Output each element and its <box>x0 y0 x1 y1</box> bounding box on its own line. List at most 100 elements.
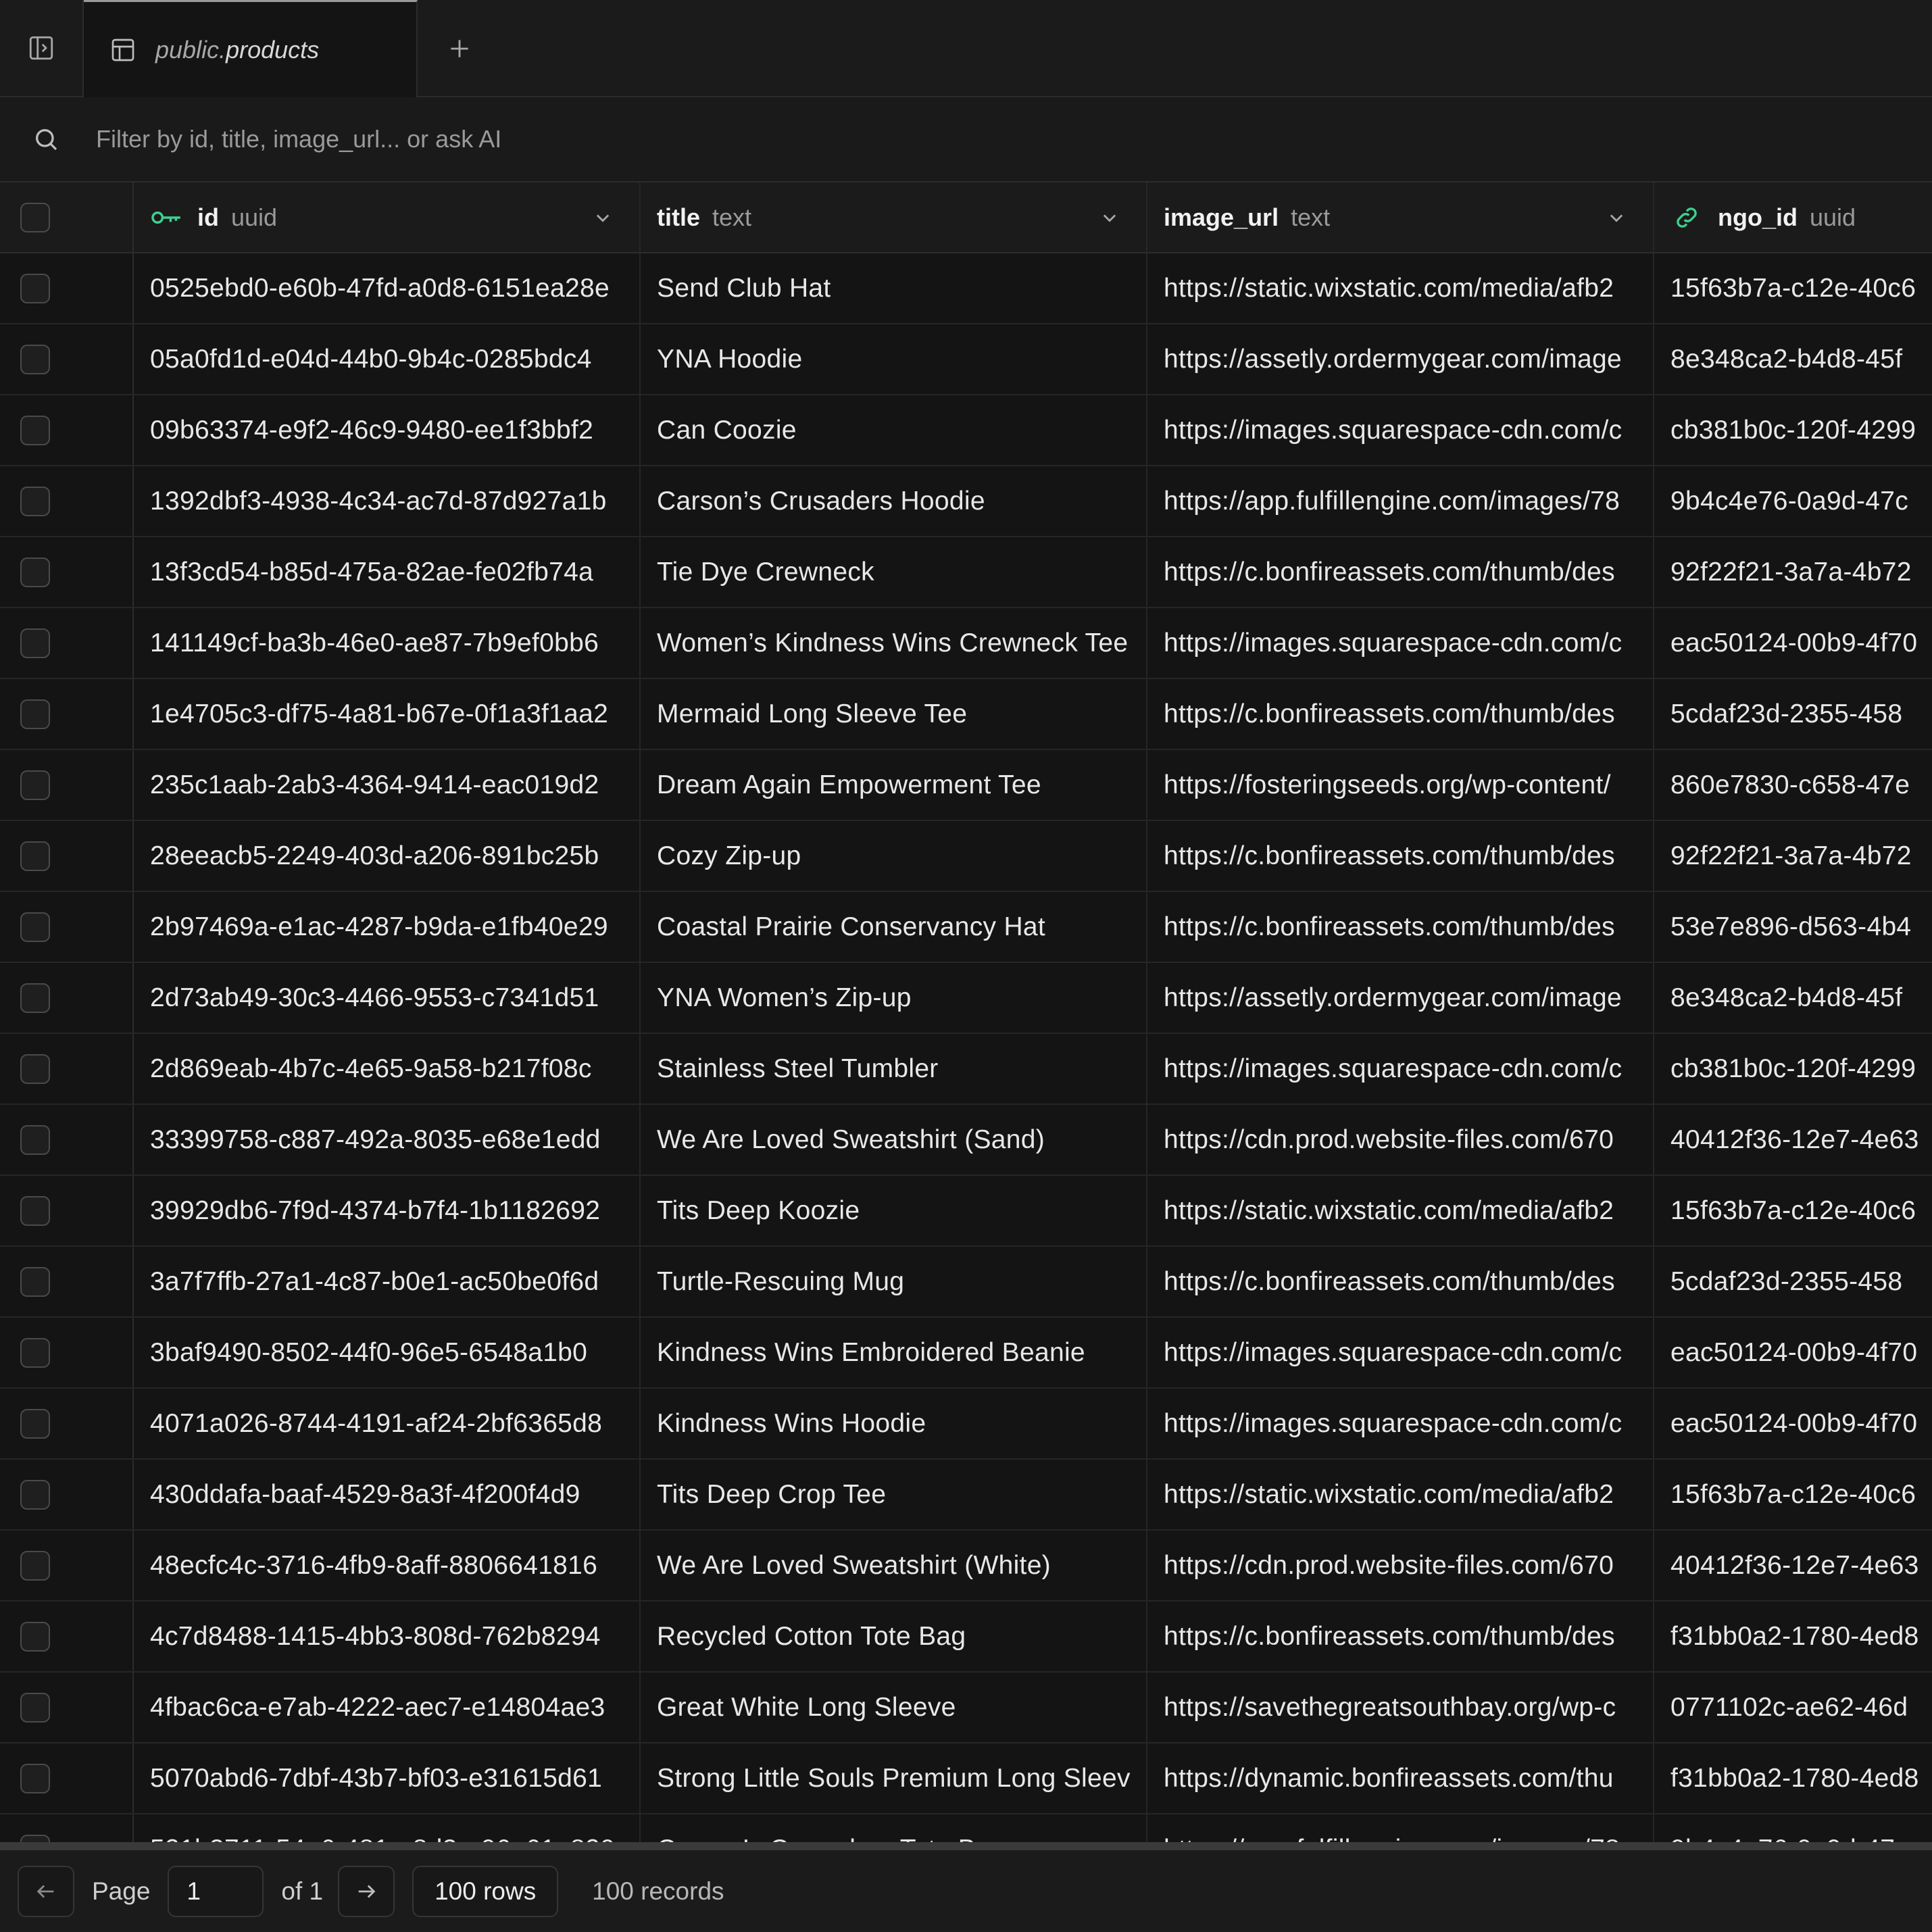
next-page-button[interactable] <box>338 1865 395 1917</box>
cell-image-url[interactable]: https://app.fulfillengine.com/images/78 <box>1147 1814 1654 1845</box>
row-checkbox[interactable] <box>20 1337 50 1368</box>
cell-title[interactable]: Strong Little Souls Premium Long Sleev <box>641 1743 1147 1813</box>
page-number-input[interactable] <box>168 1865 264 1917</box>
row-checkbox[interactable] <box>20 1195 50 1226</box>
cell-ngo-id[interactable]: 53e7e896-d563-4b4 <box>1654 892 1932 962</box>
cell-id[interactable]: 4c7d8488-1415-4bb3-808d-762b8294 <box>134 1602 641 1671</box>
tab-public-products[interactable]: public.products <box>84 0 418 97</box>
cell-id[interactable]: 2d869eab-4b7c-4e65-9a58-b217f08c <box>134 1034 641 1104</box>
cell-ngo-id[interactable]: 15f63b7a-c12e-40c6 <box>1654 253 1932 323</box>
cell-ngo-id[interactable]: 8e348ca2-b4d8-45f <box>1654 963 1932 1033</box>
cell-image-url[interactable]: https://static.wixstatic.com/media/afb2 <box>1147 1176 1654 1245</box>
row-checkbox[interactable] <box>20 770 50 800</box>
table-row[interactable]: 0525ebd0-e60b-47fd-a0d8-6151ea28e Send Cl… <box>0 253 1932 324</box>
cell-image-url[interactable]: https://c.bonfireassets.com/thumb/des <box>1147 679 1654 749</box>
column-header-id[interactable]: id uuid <box>134 182 641 252</box>
cell-ngo-id[interactable]: 15f63b7a-c12e-40c6 <box>1654 1460 1932 1529</box>
cell-id[interactable]: 2b97469a-e1ac-4287-b9da-e1fb40e29 <box>134 892 641 962</box>
chevron-down-icon[interactable] <box>1607 208 1626 227</box>
cell-ngo-id[interactable]: 9b4c4e76-0a9d-47c <box>1654 1814 1932 1846</box>
cell-id[interactable]: 09b63374-e9f2-46c9-9480-ee1f3bbf2 <box>134 395 641 465</box>
cell-image-url[interactable]: https://cdn.prod.website-files.com/670 <box>1147 1105 1654 1174</box>
select-all-checkbox[interactable] <box>20 202 50 232</box>
row-checkbox[interactable] <box>20 1054 50 1084</box>
table-row[interactable]: 4fbac6ca-e7ab-4222-aec7-e14804ae3 Great W… <box>0 1673 1932 1743</box>
cell-image-url[interactable]: https://images.squarespace-cdn.com/c <box>1147 1034 1654 1104</box>
cell-image-url[interactable]: https://images.squarespace-cdn.com/c <box>1147 1389 1654 1458</box>
cell-ngo-id[interactable]: eac50124-00b9-4f70 <box>1654 608 1932 678</box>
cell-ngo-id[interactable]: 15f63b7a-c12e-40c6 <box>1654 1176 1932 1245</box>
row-checkbox[interactable] <box>20 1124 50 1155</box>
cell-id[interactable]: 430ddafa-baaf-4529-8a3f-4f200f4d9 <box>134 1460 641 1529</box>
chevron-down-icon[interactable] <box>1100 208 1119 227</box>
row-checkbox[interactable] <box>20 1763 50 1793</box>
cell-image-url[interactable]: https://images.squarespace-cdn.com/c <box>1147 1318 1654 1387</box>
table-row[interactable]: 28eeacb5-2249-403d-a206-891bc25b Cozy Zip… <box>0 821 1932 892</box>
cell-id[interactable]: 0525ebd0-e60b-47fd-a0d8-6151ea28e <box>134 253 641 323</box>
cell-ngo-id[interactable]: 860e7830-c658-47e <box>1654 750 1932 820</box>
cell-title[interactable]: Mermaid Long Sleeve Tee <box>641 679 1147 749</box>
table-row[interactable]: 141149cf-ba3b-46e0-ae87-7b9ef0bb6 Women’s… <box>0 608 1932 679</box>
row-checkbox[interactable] <box>20 1266 50 1297</box>
cell-id[interactable]: 5070abd6-7dbf-43b7-bf03-e31615d61 <box>134 1743 641 1813</box>
cell-title[interactable]: Kindness Wins Hoodie <box>641 1389 1147 1458</box>
cell-id[interactable]: 3a7f7ffb-27a1-4c87-b0e1-ac50be0f6d <box>134 1247 641 1316</box>
cell-title[interactable]: Carson’s Crusaders Tote Bag <box>641 1814 1147 1845</box>
cell-ngo-id[interactable]: 92f22f21-3a7a-4b72 <box>1654 537 1932 607</box>
previous-page-button[interactable] <box>18 1865 74 1917</box>
cell-image-url[interactable]: https://dynamic.bonfireassets.com/thu <box>1147 1743 1654 1813</box>
cell-title[interactable]: Tits Deep Crop Tee <box>641 1460 1147 1529</box>
cell-ngo-id[interactable]: cb381b0c-120f-4299 <box>1654 1034 1932 1104</box>
row-checkbox[interactable] <box>20 628 50 658</box>
table-row[interactable]: 39929db6-7f9d-4374-b7f4-1b1182692 Tits De… <box>0 1176 1932 1247</box>
table-row[interactable]: 33399758-c887-492a-8035-e68e1edd We Are L… <box>0 1105 1932 1176</box>
cell-image-url[interactable]: https://c.bonfireassets.com/thumb/des <box>1147 1247 1654 1316</box>
cell-id[interactable]: 141149cf-ba3b-46e0-ae87-7b9ef0bb6 <box>134 608 641 678</box>
row-checkbox[interactable] <box>20 415 50 445</box>
cell-ngo-id[interactable]: 92f22f21-3a7a-4b72 <box>1654 821 1932 891</box>
cell-image-url[interactable]: https://c.bonfireassets.com/thumb/des <box>1147 1602 1654 1671</box>
add-tab-button[interactable] <box>432 24 487 73</box>
cell-title[interactable]: Cozy Zip-up <box>641 821 1147 891</box>
cell-id[interactable]: 48ecfc4c-3716-4fb9-8aff-8806641816 <box>134 1531 641 1600</box>
table-row[interactable]: 05a0fd1d-e04d-44b0-9b4c-0285bdc4 YNA Hood… <box>0 324 1932 395</box>
table-row[interactable]: 09b63374-e9f2-46c9-9480-ee1f3bbf2 Can Coo… <box>0 395 1932 466</box>
table-row[interactable]: 4071a026-8744-4191-af24-2bf6365d8 Kindnes… <box>0 1389 1932 1460</box>
table-row[interactable]: 5070abd6-7dbf-43b7-bf03-e31615d61 Strong … <box>0 1743 1932 1814</box>
table-row[interactable]: 1392dbf3-4938-4c34-ac7d-87d927a1b Carson’… <box>0 466 1932 537</box>
table-row[interactable]: 48ecfc4c-3716-4fb9-8aff-8806641816 We Are… <box>0 1531 1932 1602</box>
row-checkbox[interactable] <box>20 983 50 1013</box>
table-row[interactable]: 3a7f7ffb-27a1-4c87-b0e1-ac50be0f6d Turtle… <box>0 1247 1932 1318</box>
row-checkbox[interactable] <box>20 912 50 942</box>
cell-title[interactable]: YNA Hoodie <box>641 324 1147 394</box>
cell-title[interactable]: Carson’s Crusaders Hoodie <box>641 466 1147 536</box>
cell-id[interactable]: 2d73ab49-30c3-4466-9553-c7341d51 <box>134 963 641 1033</box>
cell-ngo-id[interactable]: cb381b0c-120f-4299 <box>1654 395 1932 465</box>
cell-ngo-id[interactable]: 8e348ca2-b4d8-45f <box>1654 324 1932 394</box>
cell-ngo-id[interactable]: eac50124-00b9-4f70 <box>1654 1389 1932 1458</box>
cell-id[interactable]: 28eeacb5-2249-403d-a206-891bc25b <box>134 821 641 891</box>
cell-image-url[interactable]: https://c.bonfireassets.com/thumb/des <box>1147 821 1654 891</box>
row-checkbox[interactable] <box>20 557 50 587</box>
cell-ngo-id[interactable]: 5cdaf23d-2355-458 <box>1654 1247 1932 1316</box>
cell-title[interactable]: Women’s Kindness Wins Crewneck Tee <box>641 608 1147 678</box>
table-row[interactable]: 2d869eab-4b7c-4e65-9a58-b217f08c Stainles… <box>0 1034 1932 1105</box>
cell-title[interactable]: Great White Long Sleeve <box>641 1673 1147 1742</box>
column-header-ngo-id[interactable]: ngo_id uuid <box>1654 182 1932 252</box>
cell-title[interactable]: Coastal Prairie Conservancy Hat <box>641 892 1147 962</box>
table-row[interactable]: 4c7d8488-1415-4bb3-808d-762b8294 Recycled… <box>0 1602 1932 1673</box>
cell-ngo-id[interactable]: 0771102c-ae62-46d <box>1654 1673 1932 1742</box>
cell-title[interactable]: Turtle-Rescuing Mug <box>641 1247 1147 1316</box>
cell-title[interactable]: Dream Again Empowerment Tee <box>641 750 1147 820</box>
table-row[interactable]: 2b97469a-e1ac-4287-b9da-e1fb40e29 Coastal… <box>0 892 1932 963</box>
cell-ngo-id[interactable]: 40412f36-12e7-4e63 <box>1654 1531 1932 1600</box>
column-header-image-url[interactable]: image_url text <box>1147 182 1654 252</box>
cell-title[interactable]: Stainless Steel Tumbler <box>641 1034 1147 1104</box>
row-checkbox[interactable] <box>20 1621 50 1652</box>
row-checkbox[interactable] <box>20 1408 50 1439</box>
cell-title[interactable]: We Are Loved Sweatshirt (White) <box>641 1531 1147 1600</box>
cell-image-url[interactable]: https://fosteringseeds.org/wp-content/ <box>1147 750 1654 820</box>
row-checkbox[interactable] <box>20 1479 50 1510</box>
sidebar-toggle-button[interactable] <box>0 0 84 96</box>
cell-id[interactable]: 4071a026-8744-4191-af24-2bf6365d8 <box>134 1389 641 1458</box>
